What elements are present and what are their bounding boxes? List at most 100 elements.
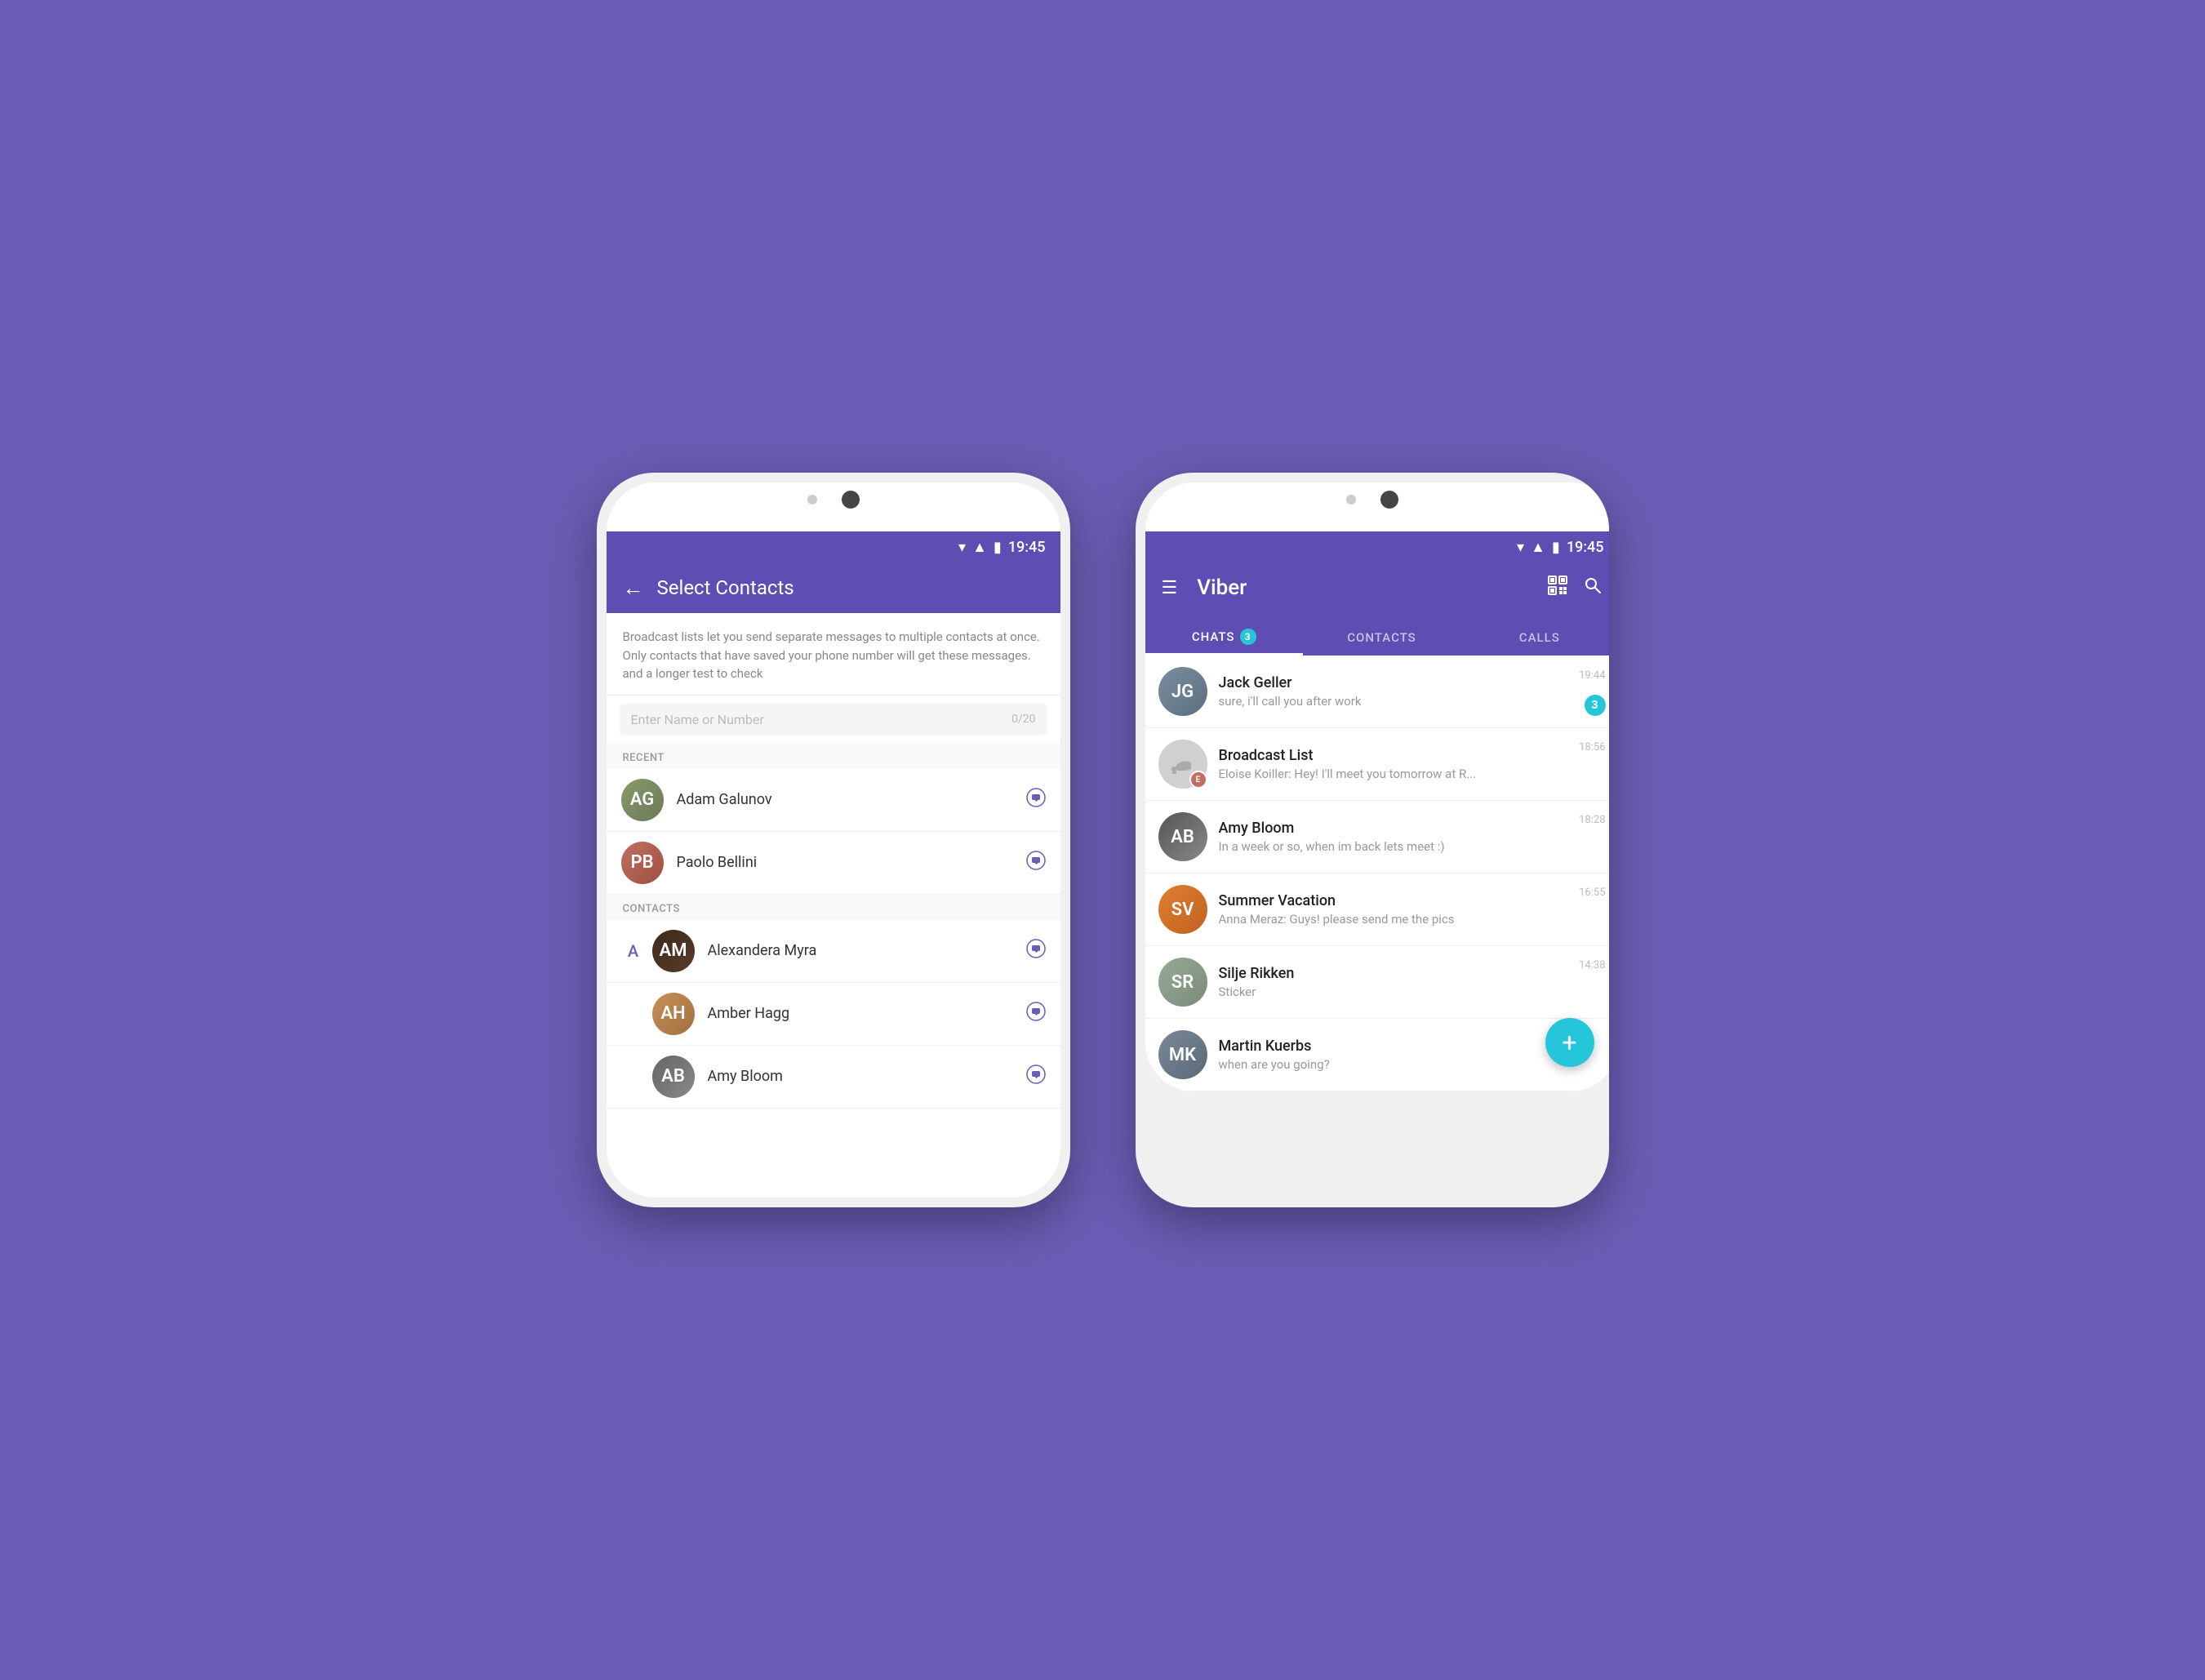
chat-preview-silje: Sticker (1219, 984, 1572, 999)
phone-notch-left (597, 491, 1070, 509)
avatar-martin: MK (1158, 1030, 1207, 1079)
avatar-amy: AB (652, 1056, 695, 1098)
avatar-paolo: PB (621, 842, 664, 884)
battery-icon-right: ▮ (1552, 539, 1560, 556)
chat-preview-jack: sure, i'll call you after work (1219, 694, 1572, 709)
chat-preview-summer: Anna Meraz: Guys! please send me the pic… (1219, 912, 1572, 927)
status-bar-right: ▾ ▲ ▮ 19:45 (1145, 531, 1609, 562)
chat-time-summer: 16:55 (1579, 887, 1605, 899)
chats-badge: 3 (1240, 629, 1256, 645)
chat-info-jack: Jack Geller sure, i'll call you after wo… (1219, 674, 1572, 709)
contact-name-amber: Amber Hagg (708, 1005, 1026, 1022)
chat-row-jack[interactable]: JG Jack Geller sure, i'll call you after… (1145, 656, 1609, 728)
viber-icon-alexandera (1026, 939, 1046, 963)
viber-icon-adam (1026, 788, 1046, 812)
chat-row-martin[interactable]: MK Martin Kuerbs when are you going? (1145, 1019, 1609, 1091)
chat-name-jack: Jack Geller (1219, 674, 1572, 691)
avatar-amy-right: AB (1158, 812, 1207, 861)
chat-row-amy-right[interactable]: AB Amy Bloom In a week or so, when im ba… (1145, 801, 1609, 873)
contact-name-amy: Amy Bloom (708, 1068, 1026, 1085)
wifi-icon: ▾ (958, 539, 966, 556)
search-counter: 0/20 (1011, 713, 1035, 726)
search-placeholder: Enter Name or Number (631, 712, 764, 727)
qr-icon[interactable] (1547, 575, 1568, 601)
fab-icon: + (1562, 1027, 1576, 1058)
tab-chats-label: CHATS (1192, 629, 1235, 644)
search-icon[interactable] (1583, 576, 1603, 600)
hamburger-menu[interactable]: ☰ (1162, 578, 1178, 598)
contact-row-alexandera[interactable]: A AM Alexandera Myra (607, 920, 1060, 983)
broadcast-description: Broadcast lists let you send separate me… (623, 628, 1044, 683)
back-button[interactable]: ← (623, 576, 644, 601)
chat-name-broadcast: Broadcast List (1219, 747, 1572, 764)
avatar-silje: SR (1158, 958, 1207, 1007)
chat-meta-jack: 19:44 3 (1571, 668, 1605, 716)
tab-calls[interactable]: CALLS (1460, 622, 1608, 656)
chat-time-amy: 18:28 (1579, 814, 1605, 826)
header-icons (1547, 575, 1603, 601)
front-camera-big-right (1380, 491, 1398, 509)
tab-contacts[interactable]: CONTACTS (1303, 622, 1460, 656)
contact-name-adam: Adam Galunov (677, 791, 1026, 808)
chat-info-summer: Summer Vacation Anna Meraz: Guys! please… (1219, 892, 1572, 927)
avatar-alexandera: AM (652, 930, 695, 972)
avatar-broadcast: E (1158, 740, 1207, 789)
status-time-right: 19:45 (1567, 539, 1604, 556)
front-camera-small-right (1346, 495, 1356, 504)
chat-name-amy: Amy Bloom (1219, 820, 1572, 837)
viber-icon-paolo (1026, 851, 1046, 875)
search-bar[interactable]: Enter Name or Number 0/20 (620, 704, 1047, 736)
chat-row-summer[interactable]: SV Summer Vacation Anna Meraz: Guys! ple… (1145, 873, 1609, 946)
section-recent-label: RECENT (607, 744, 1060, 769)
contact-name-paolo: Paolo Bellini (677, 854, 1026, 871)
chat-preview-broadcast: Eloise Koiller: Hey! I'll meet you tomor… (1219, 767, 1572, 781)
status-time-left: 19:45 (1008, 539, 1046, 556)
chat-time-silje: 14:38 (1579, 959, 1605, 971)
chat-info-silje: Silje Rikken Sticker (1219, 965, 1572, 999)
app-header-right: ☰ Viber (1145, 562, 1609, 613)
avatar-adam: AG (621, 779, 664, 821)
viber-icon-amy (1026, 1064, 1046, 1089)
contact-row-paolo[interactable]: PB Paolo Bellini (607, 832, 1060, 895)
avatar-amber: AH (652, 993, 695, 1035)
front-camera-big (842, 491, 860, 509)
contact-row-amy[interactable]: AB Amy Bloom (607, 1046, 1060, 1109)
contact-row-amber[interactable]: AH Amber Hagg (607, 983, 1060, 1046)
phone-notch-right (1136, 491, 1609, 509)
screen-content-left: Broadcast lists let you send separate me… (607, 613, 1060, 1198)
phone-left: ▾ ▲ ▮ 19:45 ← Select Contacts Broadcast … (597, 473, 1070, 1207)
chat-info-amy: Amy Bloom In a week or so, when im back … (1219, 820, 1572, 854)
chat-name-summer: Summer Vacation (1219, 892, 1572, 909)
avatar-summer: SV (1158, 885, 1207, 934)
page-title-left: Select Contacts (657, 576, 794, 599)
fab-compose[interactable]: + (1545, 1018, 1594, 1067)
description-box: Broadcast lists let you send separate me… (607, 613, 1060, 696)
tabs-bar: CHATS 3 CONTACTS CALLS (1145, 613, 1609, 656)
chat-list: JG Jack Geller sure, i'll call you after… (1145, 656, 1609, 1091)
viber-title: Viber (1197, 576, 1533, 600)
contact-name-alexandera: Alexandera Myra (708, 942, 1026, 959)
chat-row-silje[interactable]: SR Silje Rikken Sticker 14:38 (1145, 946, 1609, 1019)
wifi-icon-right: ▾ (1517, 539, 1524, 556)
app-header-left: ← Select Contacts (607, 562, 1060, 613)
tab-chats[interactable]: CHATS 3 (1145, 620, 1303, 656)
chat-info-broadcast: Broadcast List Eloise Koiller: Hey! I'll… (1219, 747, 1572, 781)
chat-time-jack: 19:44 (1579, 669, 1605, 682)
chat-time-broadcast: 18:56 (1579, 741, 1605, 753)
viber-icon-amber (1026, 1002, 1046, 1026)
chat-preview-amy: In a week or so, when im back lets meet … (1219, 839, 1572, 854)
battery-icon: ▮ (994, 539, 1002, 556)
signal-icon-right: ▲ (1531, 539, 1545, 556)
avatar-jack: JG (1158, 667, 1207, 716)
chat-preview-martin: when are you going? (1219, 1057, 1606, 1072)
chat-row-broadcast[interactable]: E Broadcast List Eloise Koiller: Hey! I'… (1145, 728, 1609, 801)
phone-right: ▾ ▲ ▮ 19:45 ☰ Viber (1136, 473, 1609, 1207)
status-bar-left: ▾ ▲ ▮ 19:45 (607, 531, 1060, 562)
tab-contacts-label: CONTACTS (1347, 630, 1416, 645)
alpha-a: A (621, 941, 646, 961)
contact-row-adam[interactable]: AG Adam Galunov (607, 769, 1060, 832)
front-camera-small (807, 495, 817, 504)
section-contacts-label: CONTACTS (607, 895, 1060, 920)
unread-badge-jack: 3 (1585, 695, 1606, 716)
chat-name-silje: Silje Rikken (1219, 965, 1572, 982)
